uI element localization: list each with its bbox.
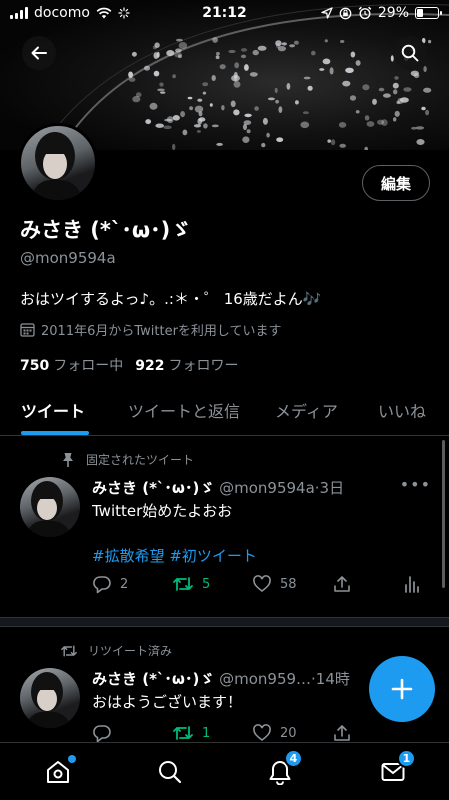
share-button[interactable]: [332, 574, 352, 594]
like-count: 20: [280, 725, 297, 741]
pin-icon: [63, 452, 73, 467]
followers-link[interactable]: 922 フォロワー: [135, 355, 238, 375]
alarm-icon: [358, 6, 372, 20]
avatar-image: [31, 132, 83, 200]
notifications-badge: 4: [284, 749, 303, 768]
nav-notifications[interactable]: 4: [265, 749, 303, 787]
bottom-nav: 4 1: [0, 742, 449, 800]
scrollbar[interactable]: [442, 440, 445, 588]
tweet-avatar[interactable]: [20, 477, 80, 537]
back-arrow-icon: [31, 46, 47, 60]
profile-stats: 750 フォロー中 922 フォロワー: [20, 355, 238, 375]
retweet-button[interactable]: 5: [172, 574, 210, 594]
retweet-count: 1: [202, 725, 211, 741]
like-button[interactable]: 58: [252, 574, 297, 594]
tweet-text: おはようございます！: [92, 693, 243, 711]
retweeted-label: リツイート済み: [88, 644, 173, 658]
back-button[interactable]: [22, 36, 56, 70]
loading-icon: [118, 7, 130, 19]
followers-count: 922: [135, 358, 165, 374]
following-link[interactable]: 750 フォロー中: [20, 355, 123, 375]
avatar-image: [26, 672, 72, 728]
reply-icon: [93, 576, 111, 594]
active-tab-indicator: [21, 431, 89, 435]
wifi-icon: [96, 7, 112, 19]
tweet-hashtags[interactable]: #拡散希望 #初ツイート: [92, 545, 257, 566]
search-icon: [401, 44, 419, 62]
status-bar: docomo 21:12 29%: [0, 0, 449, 26]
like-button[interactable]: 20: [252, 723, 297, 743]
battery-percent: 29%: [377, 5, 409, 21]
pinned-context: 固定されたツイート: [60, 451, 194, 468]
joined-text: 2011年6月からTwitterを利用しています: [41, 324, 282, 339]
retweet-button[interactable]: 1: [172, 723, 210, 743]
status-right: 29%: [321, 5, 442, 21]
analytics-icon: [405, 576, 419, 593]
plus-icon: [391, 678, 413, 700]
heart-icon: [253, 724, 271, 742]
reply-icon: [93, 725, 111, 743]
status-left: docomo: [10, 5, 130, 21]
tweet-meta: @mon959…·14時: [219, 670, 350, 688]
profile-joined: 2011年6月からTwitterを利用しています: [20, 320, 282, 339]
reply-button[interactable]: [92, 723, 120, 743]
messages-badge: 1: [397, 749, 416, 768]
home-new-dot: [68, 755, 76, 763]
share-button[interactable]: [332, 723, 352, 743]
profile-name: みさき (*`･ω･)ゞ: [20, 218, 192, 242]
avatar-image: [26, 481, 72, 537]
profile-handle: @mon9594a: [20, 249, 116, 267]
home-icon: [47, 761, 69, 783]
following-label: フォロー中: [53, 358, 124, 374]
nav-home[interactable]: [43, 755, 76, 787]
tweet[interactable]: 固定されたツイート みさき (*`･ω･)ゞ @mon9594a·3日 ••• …: [0, 437, 449, 617]
reply-button[interactable]: 2: [92, 574, 128, 594]
edit-profile-button[interactable]: 編集: [362, 165, 430, 201]
tweet-divider: [0, 617, 449, 627]
battery-icon: [415, 7, 442, 19]
pinned-label: 固定されたツイート: [86, 453, 195, 467]
rotation-lock-icon: [339, 7, 352, 19]
tweet-author-name[interactable]: みさき (*`･ω･)ゞ: [92, 479, 214, 497]
more-options-icon[interactable]: •••: [400, 475, 431, 494]
nav-messages[interactable]: 1: [378, 749, 416, 787]
location-icon: [321, 7, 333, 19]
analytics-button[interactable]: [404, 574, 420, 594]
tab-media[interactable]: メディア: [275, 398, 338, 422]
profile-bio: おはツイするよっ♪。.:＊・゜ 16歳だよん🎶: [20, 290, 322, 308]
signal-icon: [10, 7, 28, 19]
like-count: 58: [280, 576, 297, 592]
profile-tabs: ツイート ツイートと返信 メディア いいね: [0, 386, 449, 436]
search-button[interactable]: [393, 36, 427, 70]
profile-avatar[interactable]: [18, 123, 98, 203]
heart-icon: [253, 575, 271, 593]
tweet-author-name[interactable]: みさき (*`･ω･)ゞ: [92, 670, 214, 688]
followers-label: フォロワー: [168, 358, 239, 374]
calendar-icon: [20, 323, 35, 337]
tweet-avatar[interactable]: [20, 668, 80, 728]
search-icon: [159, 761, 182, 784]
tweet-actions: 2 5 58: [92, 574, 427, 598]
following-count: 750: [20, 358, 50, 374]
tab-likes[interactable]: いいね: [378, 398, 426, 422]
carrier-label: docomo: [34, 5, 90, 21]
battery-level: [417, 9, 423, 17]
tweet-meta: @mon9594a·3日: [219, 479, 345, 497]
retweeted-context: リツイート済み: [60, 642, 172, 659]
tab-tweets[interactable]: ツイート: [21, 398, 85, 422]
compose-tweet-button[interactable]: [369, 656, 435, 722]
reply-count: 2: [120, 576, 129, 592]
retweet-count: 5: [202, 576, 211, 592]
tab-tweets-and-replies[interactable]: ツイートと返信: [128, 398, 240, 422]
retweet-icon: [173, 577, 193, 591]
retweet-icon: [173, 726, 193, 740]
retweet-icon: [61, 644, 77, 657]
share-icon: [334, 725, 350, 741]
share-icon: [334, 576, 350, 592]
nav-search[interactable]: [155, 757, 185, 787]
tweet-header: みさき (*`･ω･)ゞ @mon9594a·3日: [92, 477, 432, 498]
tweet-text: Twitter始めたよおお: [92, 502, 233, 520]
